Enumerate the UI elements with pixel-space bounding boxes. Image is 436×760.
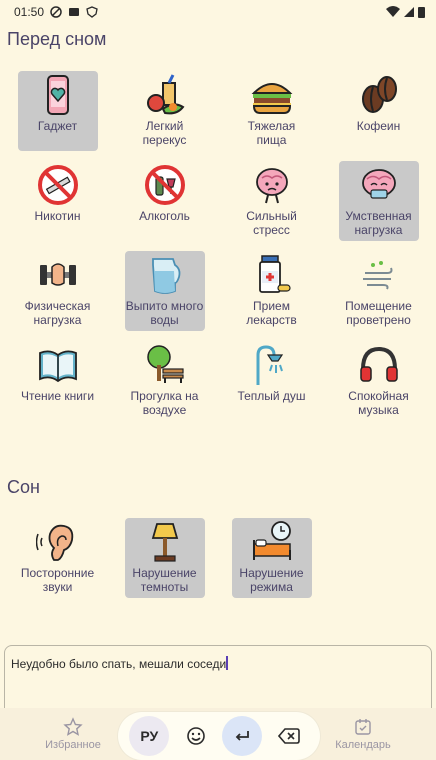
enter-button[interactable] xyxy=(222,716,263,756)
factor-ventilated[interactable]: Помещение проветрено xyxy=(339,251,419,331)
factor-label: Посторонние звуки xyxy=(20,566,95,594)
factor-label: Чтение книги xyxy=(20,389,95,403)
factor-label: Умственная нагрузка xyxy=(345,209,412,237)
factor-label: Спокойная музыка xyxy=(348,389,409,417)
factor-label: Тяжелая пища xyxy=(247,119,296,147)
backspace-icon xyxy=(277,728,300,744)
factor-exercise[interactable]: Физическая нагрузка xyxy=(18,251,98,331)
factor-walk[interactable]: Прогулка на воздухе xyxy=(125,341,205,421)
factor-label: Гаджет xyxy=(37,119,78,133)
factor-heavy-food[interactable]: Тяжелая пища xyxy=(232,71,312,151)
signal-icon xyxy=(404,7,414,17)
park-bench-icon xyxy=(143,343,187,387)
battery-icon xyxy=(418,7,425,18)
backspace-button[interactable] xyxy=(269,716,309,756)
factor-label: Выпито много воды xyxy=(125,299,204,327)
phone-heart-icon xyxy=(36,73,80,117)
factor-calm-music[interactable]: Спокойная музыка xyxy=(339,341,419,421)
before-sleep-grid: Гаджет Легкий перекус Тяжелая пища Кофеи… xyxy=(4,71,432,431)
bed-clock-icon xyxy=(250,520,294,564)
headphones-icon xyxy=(357,343,401,387)
section-title-before-sleep: Перед сном xyxy=(7,29,107,49)
factor-label: Никотин xyxy=(34,209,81,223)
factor-noise[interactable]: Посторонние звуки xyxy=(18,518,98,598)
sleep-grid: Посторонние звуки Нарушение темноты Нару… xyxy=(4,518,432,608)
stressed-brain-icon xyxy=(250,163,294,207)
factor-mental-load[interactable]: Умственная нагрузка xyxy=(338,161,419,241)
status-time: 01:50 xyxy=(14,5,45,19)
calendar-icon xyxy=(355,719,371,735)
factor-alcohol[interactable]: Алкоголь xyxy=(125,161,205,241)
shield-icon xyxy=(86,6,98,18)
language-switch-button[interactable]: РУ xyxy=(129,716,170,756)
factor-schedule-violation[interactable]: Нарушение режима xyxy=(231,518,312,598)
factor-label: Физическая нагрузка xyxy=(24,299,91,327)
return-arrow-icon xyxy=(235,731,250,741)
factor-stress[interactable]: Сильный стресс xyxy=(232,161,312,241)
factor-reading[interactable]: Чтение книги xyxy=(18,341,98,421)
tired-brain-icon xyxy=(357,163,401,207)
factor-label: Прогулка на воздухе xyxy=(130,389,199,417)
book-icon xyxy=(36,343,80,387)
factor-caffeine[interactable]: Кофеин xyxy=(339,71,419,151)
factor-light-snack[interactable]: Легкий перекус xyxy=(125,71,205,151)
factor-much-water[interactable]: Выпито много воды xyxy=(124,251,205,331)
factor-label: Прием лекарств xyxy=(246,299,297,327)
nav-calendar-label: Календарь xyxy=(335,739,391,751)
wifi-icon xyxy=(386,6,400,17)
factor-label: Теплый душ xyxy=(237,389,306,403)
status-bar: 01:50 xyxy=(0,0,436,24)
fruit-drink-icon xyxy=(143,73,187,117)
factor-label: Сильный стресс xyxy=(246,209,297,237)
nav-favorites-label: Избранное xyxy=(45,739,101,751)
shower-icon xyxy=(250,343,294,387)
keyboard-toolbar: РУ xyxy=(118,712,320,760)
no-smoking-icon xyxy=(36,163,80,207)
no-alcohol-icon xyxy=(143,163,187,207)
burger-icon xyxy=(250,73,294,117)
factor-label: Алкоголь xyxy=(139,209,190,223)
water-jug-icon xyxy=(143,253,187,297)
smiley-icon xyxy=(186,727,205,745)
factor-label: Помещение проветрено xyxy=(345,299,412,327)
factor-label: Кофеин xyxy=(356,119,401,133)
factor-nicotine[interactable]: Никотин xyxy=(18,161,98,241)
factor-medication[interactable]: Прием лекарств xyxy=(232,251,312,331)
factor-label: Нарушение режима xyxy=(239,566,304,594)
wind-icon xyxy=(357,253,401,297)
ear-icon xyxy=(35,520,80,564)
factor-warm-shower[interactable]: Теплый душ xyxy=(232,341,312,421)
star-icon xyxy=(63,717,83,736)
notification-icon xyxy=(69,8,80,16)
factor-label: Легкий перекус xyxy=(142,119,187,147)
coffee-beans-icon xyxy=(357,73,401,117)
section-title-sleep: Сон xyxy=(7,477,40,497)
factor-darkness-violation[interactable]: Нарушение темноты xyxy=(124,518,205,598)
factor-gadget[interactable]: Гаджет xyxy=(17,71,98,151)
lamp-icon xyxy=(143,520,187,564)
note-text: Неудобно было спать, мешали соседи xyxy=(11,657,227,671)
dnd-icon xyxy=(50,6,62,18)
text-caret xyxy=(226,656,229,670)
nav-calendar[interactable]: Календарь xyxy=(328,717,398,751)
dumbbell-icon xyxy=(36,253,80,297)
nav-favorites[interactable]: Избранное xyxy=(38,717,108,751)
factor-label: Нарушение темноты xyxy=(132,566,197,594)
medicine-icon xyxy=(250,253,294,297)
emoji-button[interactable] xyxy=(176,716,216,756)
